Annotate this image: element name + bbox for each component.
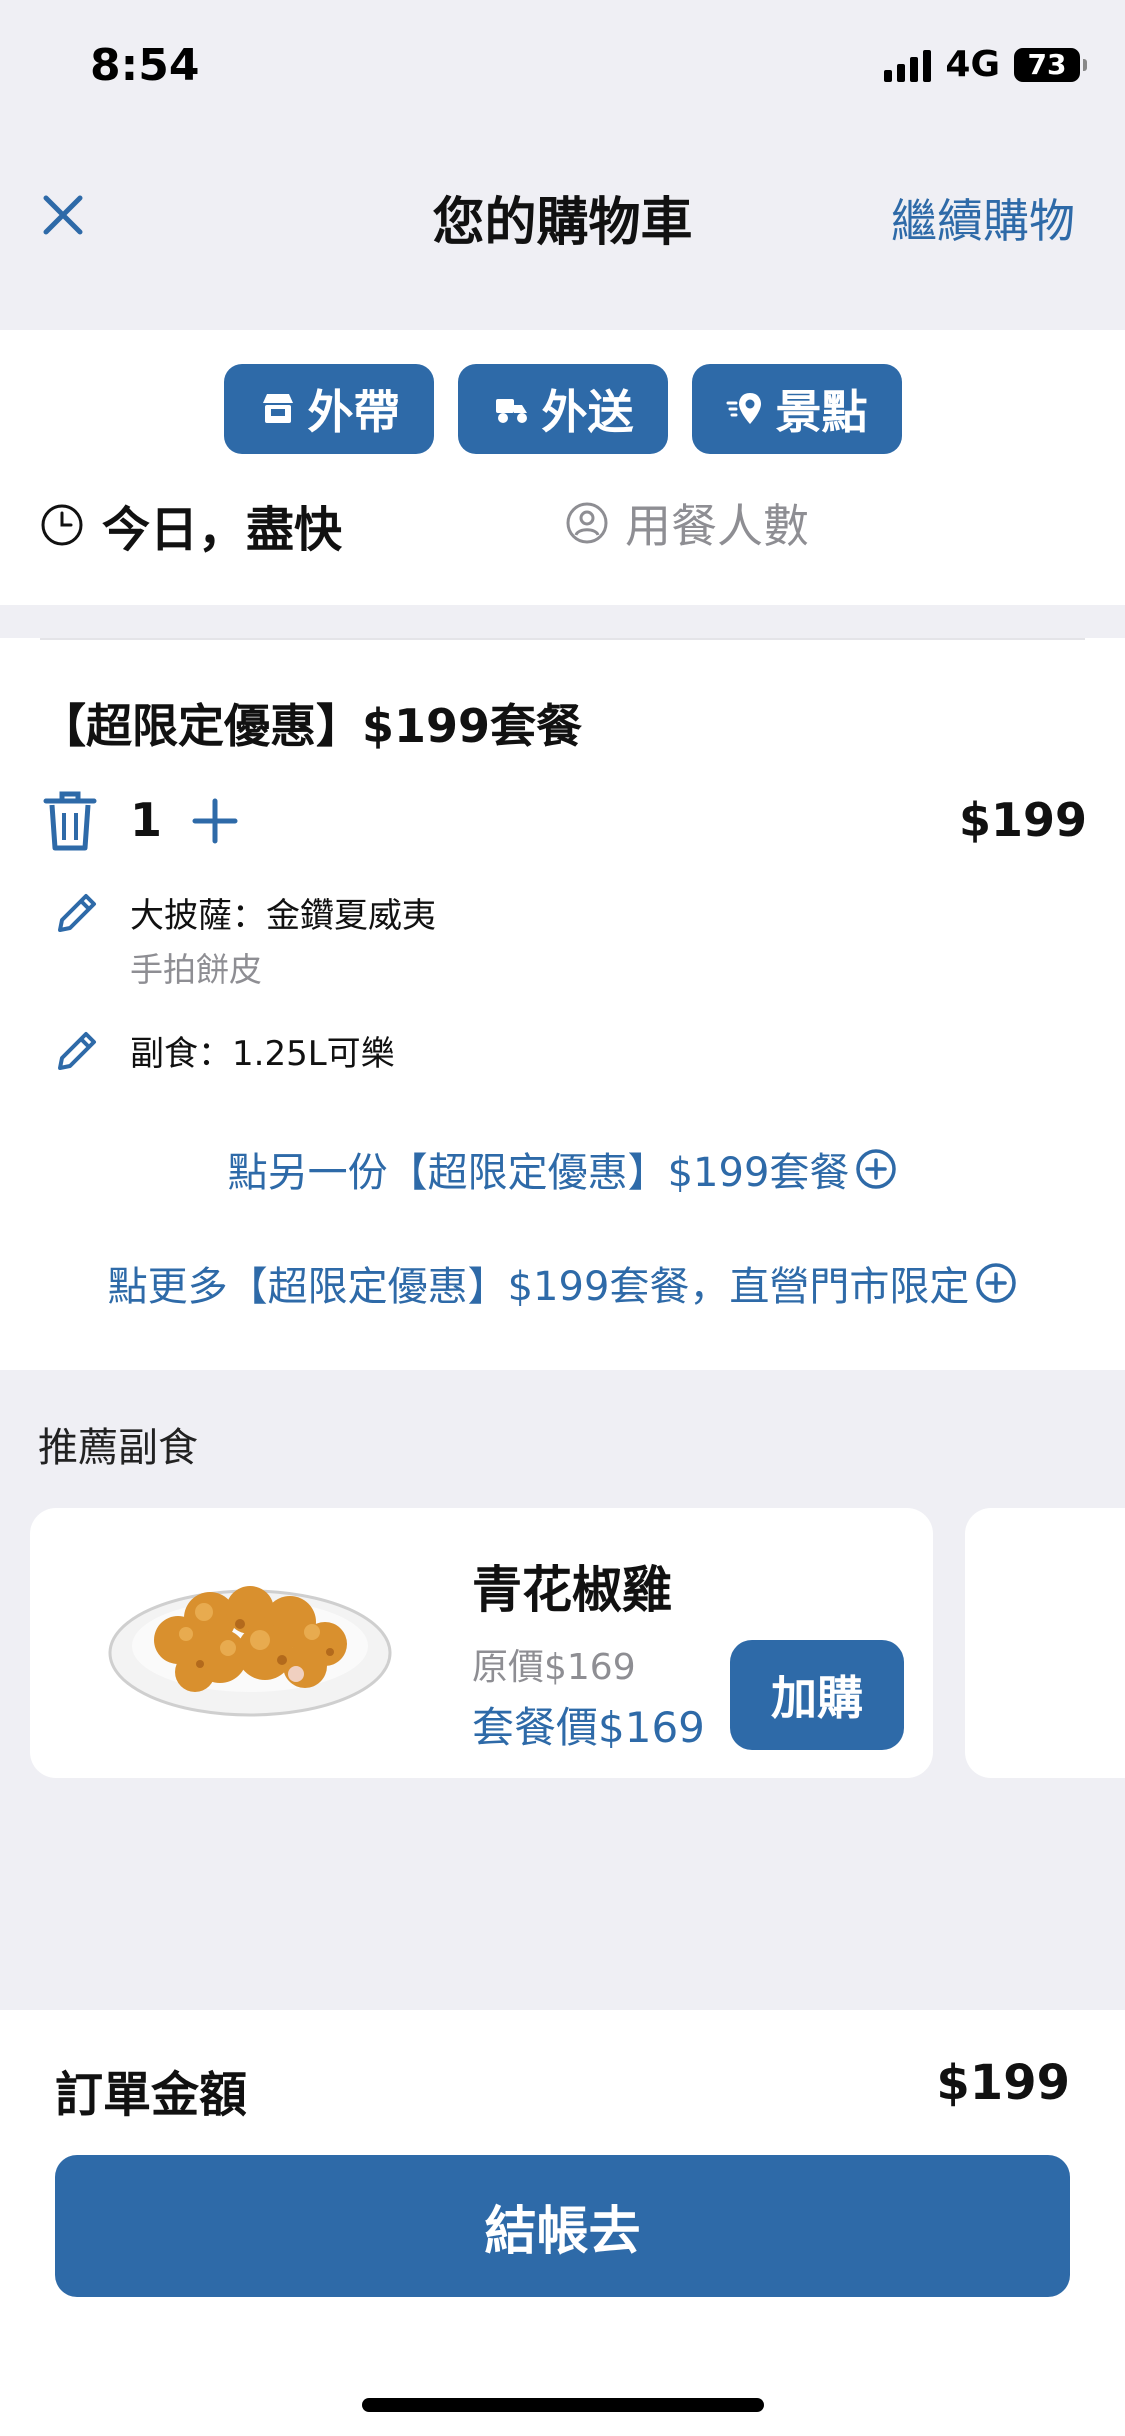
option-main-text: 大披薩：金鑽夏威夷 [130, 896, 436, 936]
mode-button-group: 外帶 外送 景點 [0, 364, 1125, 454]
add-on-button[interactable]: 加購 [730, 1640, 904, 1750]
schedule-time-selector[interactable]: 今日，盡快 [40, 490, 342, 560]
attraction-button[interactable]: 景點 [691, 364, 902, 454]
person-icon [566, 502, 608, 544]
increase-quantity-button[interactable] [190, 796, 240, 846]
order-more-link[interactable]: 點更多【超限定優惠】$199套餐，直營門市限定 [0, 1254, 1125, 1312]
scooter-icon [495, 399, 527, 423]
home-indicator[interactable] [362, 2398, 764, 2412]
status-indicators: 4G 73 [884, 44, 1087, 85]
status-time: 8:54 [90, 40, 200, 91]
option-sub-text: 手拍餅皮 [130, 950, 262, 989]
recommend-item-card-next[interactable] [965, 1508, 1125, 1778]
recommend-original-price: 原價$169 [472, 1647, 636, 1688]
party-size-placeholder: 用餐人數 [625, 499, 809, 553]
trash-icon[interactable] [40, 788, 100, 854]
order-another-link[interactable]: 點另一份【超限定優惠】$199套餐 [0, 1140, 1125, 1198]
divider [40, 638, 1085, 640]
option-main-text: 副食：1.25L可樂 [130, 1034, 395, 1074]
order-mode-panel: 外帶 外送 景點 今日，盡快 用餐人數 [0, 330, 1125, 605]
quantity-value: 1 [130, 793, 163, 847]
plus-circle-icon [856, 1149, 897, 1189]
order-another-label: 點另一份【超限定優惠】$199套餐 [227, 1150, 850, 1196]
continue-shopping-link[interactable]: 繼續購物 [891, 185, 1075, 251]
recommend-item-card[interactable]: 青花椒雞 原價$169 套餐價$169 加購 [30, 1508, 933, 1778]
attraction-label: 景點 [775, 385, 868, 439]
cart-item-price: $199 [958, 793, 1087, 847]
takeout-button[interactable]: 外帶 [223, 364, 434, 454]
edit-pencil-icon[interactable] [52, 1026, 102, 1076]
quantity-row: 1 $199 [40, 788, 1087, 858]
fried-chicken-image [108, 1586, 392, 1717]
order-total-label: 訂單金額 [55, 2067, 248, 2123]
checkout-button[interactable]: 結帳去 [55, 2155, 1070, 2297]
recommend-set-price: 套餐價$169 [472, 1703, 705, 1752]
recommend-item-name: 青花椒雞 [472, 1561, 672, 1619]
signal-icon [884, 48, 932, 82]
cart-item-title: 【超限定優惠】$199套餐 [40, 699, 583, 753]
checkout-bar: 訂單金額 $199 結帳去 [0, 2010, 1125, 2436]
schedule-time-label: 今日，盡快 [102, 502, 343, 558]
delivery-button[interactable]: 外送 [457, 364, 668, 454]
recommend-section-title: 推薦副食 [38, 1425, 198, 1471]
takeout-label: 外帶 [307, 385, 400, 439]
store-icon [262, 394, 293, 423]
party-size-selector[interactable]: 用餐人數 [565, 490, 809, 556]
delivery-label: 外送 [541, 385, 634, 439]
clock-icon [41, 504, 83, 546]
order-total-value: $199 [936, 2055, 1070, 2111]
network-type: 4G [945, 44, 1000, 85]
order-more-label: 點更多【超限定優惠】$199套餐，直營門市限定 [107, 1264, 970, 1310]
edit-pencil-icon[interactable] [52, 888, 102, 938]
location-pin-icon [726, 393, 761, 424]
cart-item-card: 【超限定優惠】$199套餐 1 $199 大披薩：金鑽夏威夷 手拍餅皮 副食：1… [0, 638, 1125, 1370]
plus-circle-icon [976, 1263, 1017, 1303]
battery-icon: 73 [1014, 47, 1087, 82]
